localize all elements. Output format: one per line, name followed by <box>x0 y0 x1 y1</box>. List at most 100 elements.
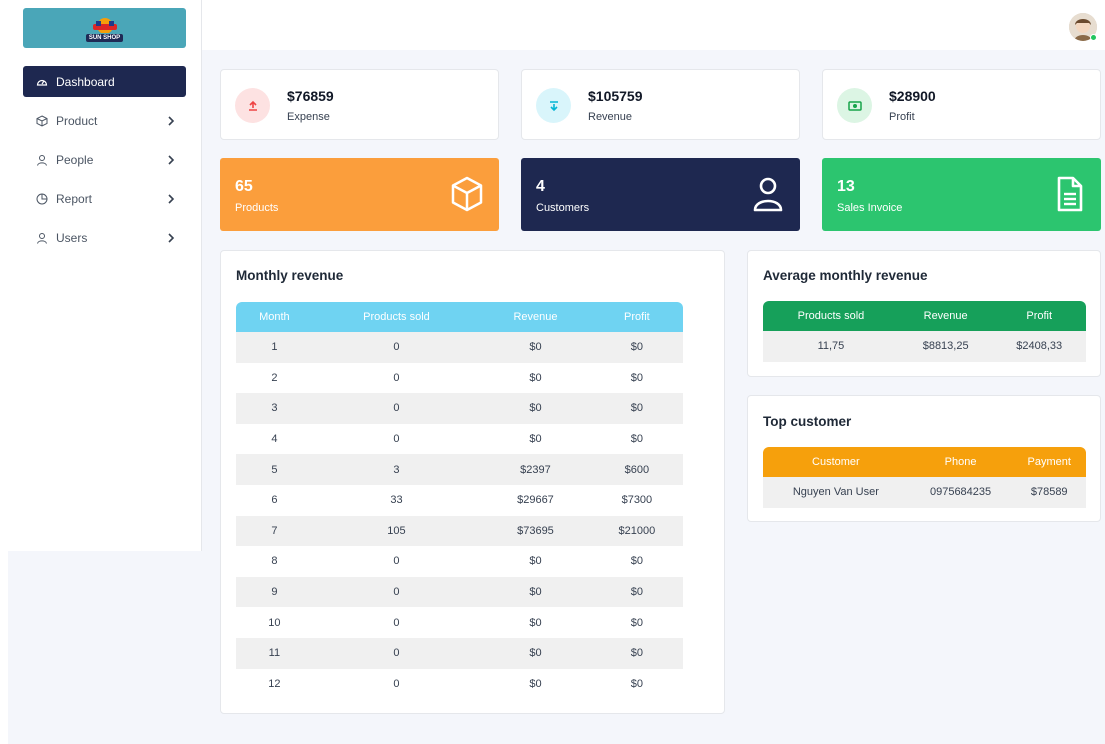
sun-shop-logo[interactable]: SUN SHOP <box>23 8 186 48</box>
expense-value: $76859 <box>287 88 334 104</box>
table-row: 4 0 $0 $0 <box>236 423 683 455</box>
table-cell: $0 <box>480 576 591 608</box>
expense-label: Expense <box>287 111 330 123</box>
table-cell: 0 <box>312 607 481 638</box>
table-row: 7 105 $73695 $21000 <box>236 515 683 547</box>
table-row: 8 0 $0 $0 <box>236 546 683 577</box>
lower-left-background <box>8 551 202 744</box>
table-cell: $2397 <box>480 454 591 485</box>
column-header-products-sold[interactable]: Products sold <box>763 301 899 331</box>
table-cell: 0 <box>312 393 481 424</box>
revenue-label: Revenue <box>588 111 633 123</box>
table-cell: $0 <box>590 546 683 577</box>
sidebar-item-users[interactable]: Users <box>23 222 186 253</box>
sidebar-item-dashboard[interactable]: Dashboard <box>23 66 186 97</box>
table-cell: 0 <box>312 668 481 700</box>
sidebar-item-report[interactable]: Report <box>23 183 186 214</box>
gauge-icon <box>35 75 49 89</box>
table-cell: $0 <box>590 607 683 638</box>
table-cell: 6 <box>236 484 313 516</box>
table-cell: 1 <box>236 332 313 363</box>
column-header-products-sold[interactable]: Products sold <box>312 302 481 332</box>
sidebar-item-people[interactable]: People <box>23 144 186 175</box>
column-header-payment[interactable]: Payment <box>1012 447 1086 477</box>
column-header-profit[interactable]: Profit <box>590 302 683 332</box>
table-cell: 7 <box>236 515 313 547</box>
table-row: 9 0 $0 $0 <box>236 576 683 608</box>
table-row: 1 0 $0 $0 <box>236 332 683 363</box>
table-cell: 3 <box>236 393 313 424</box>
table-cell: 2 <box>236 362 313 394</box>
customers-count: 4 <box>536 178 545 195</box>
online-status-indicator <box>1090 34 1097 41</box>
table-header-row: Customer Phone Payment <box>763 447 1086 477</box>
profit-label: Profit <box>889 111 915 123</box>
column-header-customer[interactable]: Customer <box>763 447 909 477</box>
box-icon <box>35 114 49 128</box>
table-cell: 0975684235 <box>908 477 1013 508</box>
table-cell: $0 <box>480 423 591 455</box>
table-cell: $0 <box>590 362 683 394</box>
table-cell: $0 <box>590 332 683 363</box>
column-header-profit[interactable]: Profit <box>992 301 1086 331</box>
table-cell: 5 <box>236 454 313 485</box>
monthly-revenue-table: Month Products sold Revenue Profit 1 0 $… <box>236 302 683 700</box>
table-row: 6 33 $29667 $7300 <box>236 484 683 516</box>
column-header-month[interactable]: Month <box>236 302 313 332</box>
table-cell: $0 <box>480 668 591 700</box>
table-cell: $0 <box>590 423 683 455</box>
column-header-revenue[interactable]: Revenue <box>898 301 993 331</box>
table-cell: 4 <box>236 423 313 455</box>
table-row: 5 3 $2397 $600 <box>236 454 683 485</box>
download-icon <box>536 88 571 123</box>
table-cell: $0 <box>480 332 591 363</box>
table-cell: 105 <box>312 515 481 547</box>
table-cell: 0 <box>312 576 481 608</box>
user-icon <box>750 174 786 214</box>
profit-value: $28900 <box>889 88 936 104</box>
table-cell: 11,75 <box>763 331 899 362</box>
sidebar-item-label: Product <box>56 113 98 128</box>
products-label: Products <box>235 202 279 214</box>
table-cell: 8 <box>236 546 313 577</box>
sales-invoice-card[interactable]: 13 Sales Invoice <box>822 158 1101 231</box>
top-customer-panel: Top customer Customer Phone Payment Nguy… <box>747 395 1101 522</box>
customers-label: Customers <box>536 202 590 214</box>
logo-text: SUN SHOP <box>85 33 124 42</box>
table-cell: 9 <box>236 576 313 608</box>
table-cell: $0 <box>590 668 683 700</box>
table-row: 10 0 $0 $0 <box>236 607 683 638</box>
table-header-row: Products sold Revenue Profit <box>763 301 1086 331</box>
average-monthly-revenue-title: Average monthly revenue <box>763 268 928 283</box>
customers-card[interactable]: 4 Customers <box>521 158 800 231</box>
chevron-right-icon <box>166 232 176 243</box>
products-card[interactable]: 65 Products <box>220 158 499 231</box>
revenue-value: $105759 <box>588 88 643 104</box>
table-cell: $0 <box>480 393 591 424</box>
table-cell: 0 <box>312 637 481 669</box>
average-monthly-revenue-panel: Average monthly revenue Products sold Re… <box>747 250 1101 377</box>
table-row: 11,75 $8813,25 $2408,33 <box>763 331 1086 362</box>
column-header-phone[interactable]: Phone <box>908 447 1013 477</box>
sidebar-item-label: People <box>56 152 94 167</box>
cube-icon <box>449 174 485 214</box>
upload-icon <box>235 88 270 123</box>
table-header-row: Month Products sold Revenue Profit <box>236 302 683 332</box>
sidebar-item-product[interactable]: Product <box>23 105 186 136</box>
table-row: Nguyen Van User 0975684235 $78589 <box>763 477 1086 508</box>
products-count: 65 <box>235 178 253 195</box>
table-cell: $29667 <box>480 484 591 516</box>
table-cell: 10 <box>236 607 313 638</box>
table-cell: 0 <box>312 423 481 455</box>
table-cell: $2408,33 <box>992 331 1086 362</box>
average-monthly-revenue-table: Products sold Revenue Profit 11,75 $8813… <box>763 301 1086 362</box>
table-cell: 3 <box>312 454 481 485</box>
table-cell: 11 <box>236 637 313 669</box>
table-cell: $21000 <box>590 515 683 547</box>
revenue-card: $105759 Revenue <box>521 69 800 140</box>
column-header-revenue[interactable]: Revenue <box>480 302 591 332</box>
table-cell: $0 <box>480 607 591 638</box>
table-row: 11 0 $0 $0 <box>236 637 683 669</box>
table-cell: $0 <box>480 362 591 394</box>
person-icon <box>35 153 49 167</box>
